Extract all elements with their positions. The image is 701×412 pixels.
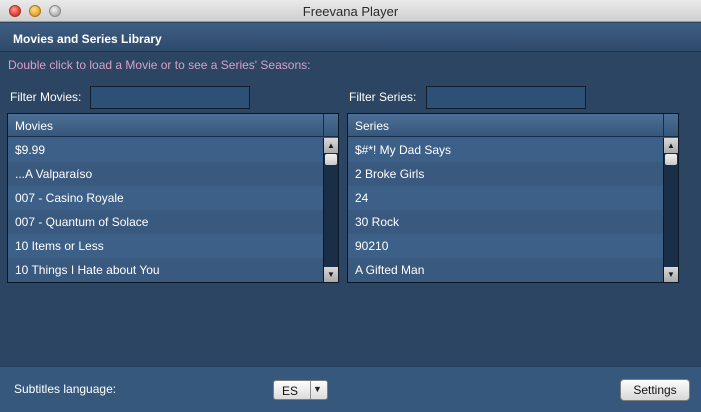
series-row[interactable]: $#*! My Dad Says: [348, 138, 663, 162]
header-divider: [323, 114, 324, 137]
scroll-thumb[interactable]: [665, 154, 677, 165]
movies-column-header[interactable]: Movies: [8, 114, 338, 137]
movies-table: Movies $9.99 ...A Valparaíso 007 - Casin…: [7, 113, 339, 283]
library-header: Movies and Series Library: [0, 23, 701, 52]
series-header-label: Series: [355, 119, 390, 133]
movies-scrollbar[interactable]: ▲ ▼: [323, 138, 338, 282]
subtitles-language-select[interactable]: ES ▼: [273, 380, 328, 400]
movie-row[interactable]: 007 - Casino Royale: [8, 186, 323, 210]
scroll-down-arrow-icon[interactable]: ▼: [324, 267, 338, 282]
movies-list: $9.99 ...A Valparaíso 007 - Casino Royal…: [8, 138, 323, 282]
movie-row[interactable]: ...A Valparaíso: [8, 162, 323, 186]
select-divider: [310, 381, 311, 399]
scroll-up-arrow-icon[interactable]: ▲: [664, 138, 678, 153]
scroll-down-arrow-icon[interactable]: ▼: [664, 267, 678, 282]
series-row[interactable]: 90210: [348, 234, 663, 258]
subtitles-language-label: Subtitles language:: [14, 382, 117, 396]
series-row[interactable]: A Gifted Man: [348, 258, 663, 282]
chevron-down-icon[interactable]: ▼: [313, 384, 322, 394]
filter-movies-label: Filter Movies:: [10, 90, 82, 104]
window-title: Freevana Player: [302, 4, 399, 19]
movie-row[interactable]: 10 Things I Hate about You: [8, 258, 323, 282]
app-window: Freevana Player Movies and Series Librar…: [0, 0, 701, 412]
subtitles-language-value: ES: [282, 384, 299, 398]
scroll-thumb[interactable]: [325, 154, 337, 165]
instruction-text: Double click to load a Movie or to see a…: [8, 58, 311, 72]
title-bar: Freevana Player: [0, 0, 701, 22]
filter-series-label: Filter Series:: [349, 90, 417, 104]
series-row[interactable]: 24: [348, 186, 663, 210]
filter-series-input[interactable]: [426, 86, 586, 109]
movie-row[interactable]: 007 - Quantum of Solace: [8, 210, 323, 234]
scroll-up-arrow-icon[interactable]: ▲: [324, 138, 338, 153]
footer-bar: Subtitles language: ES ▼ Settings: [0, 366, 701, 412]
series-row[interactable]: 2 Broke Girls: [348, 162, 663, 186]
series-row[interactable]: 30 Rock: [348, 210, 663, 234]
series-scrollbar[interactable]: ▲ ▼: [663, 138, 678, 282]
series-list: $#*! My Dad Says 2 Broke Girls 24 30 Roc…: [348, 138, 663, 282]
series-table: Series $#*! My Dad Says 2 Broke Girls 24…: [347, 113, 679, 283]
filter-movies-input[interactable]: [90, 86, 250, 109]
series-column-header[interactable]: Series: [348, 114, 678, 137]
movies-header-label: Movies: [15, 119, 54, 133]
movie-row[interactable]: $9.99: [8, 138, 323, 162]
header-divider: [663, 114, 664, 137]
settings-button[interactable]: Settings: [620, 379, 690, 401]
movie-row[interactable]: 10 Items or Less: [8, 234, 323, 258]
